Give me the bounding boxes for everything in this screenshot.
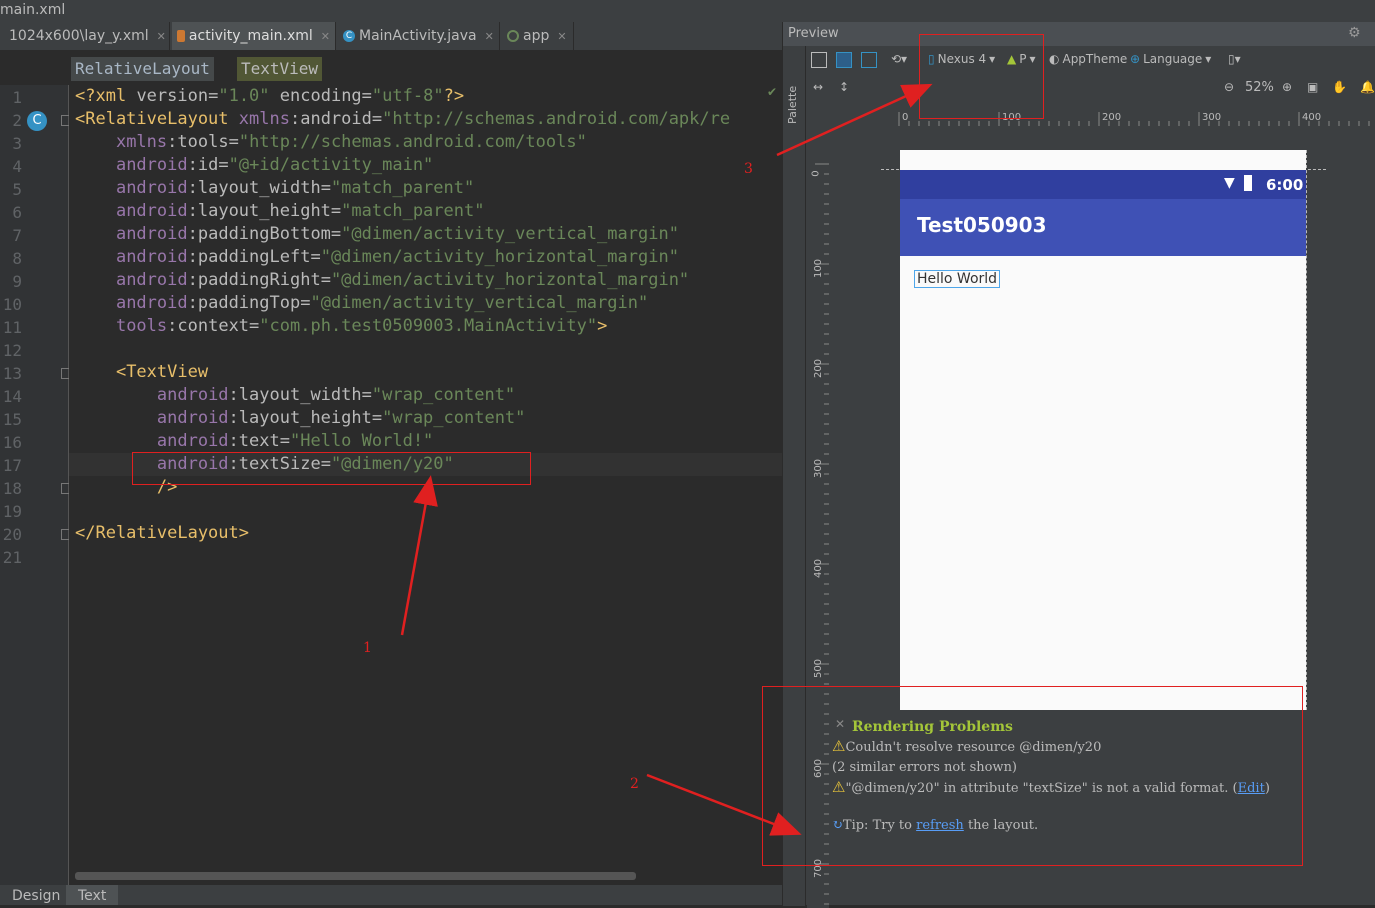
arrow-2 — [646, 773, 802, 836]
annotation-label-1: 1 — [363, 640, 372, 656]
annotation-label-3: 3 — [744, 161, 753, 177]
annotation-arrows — [400, 83, 933, 836]
annotation-label-2: 2 — [630, 776, 639, 792]
arrow-1 — [400, 475, 438, 636]
arrow-3 — [776, 83, 933, 157]
